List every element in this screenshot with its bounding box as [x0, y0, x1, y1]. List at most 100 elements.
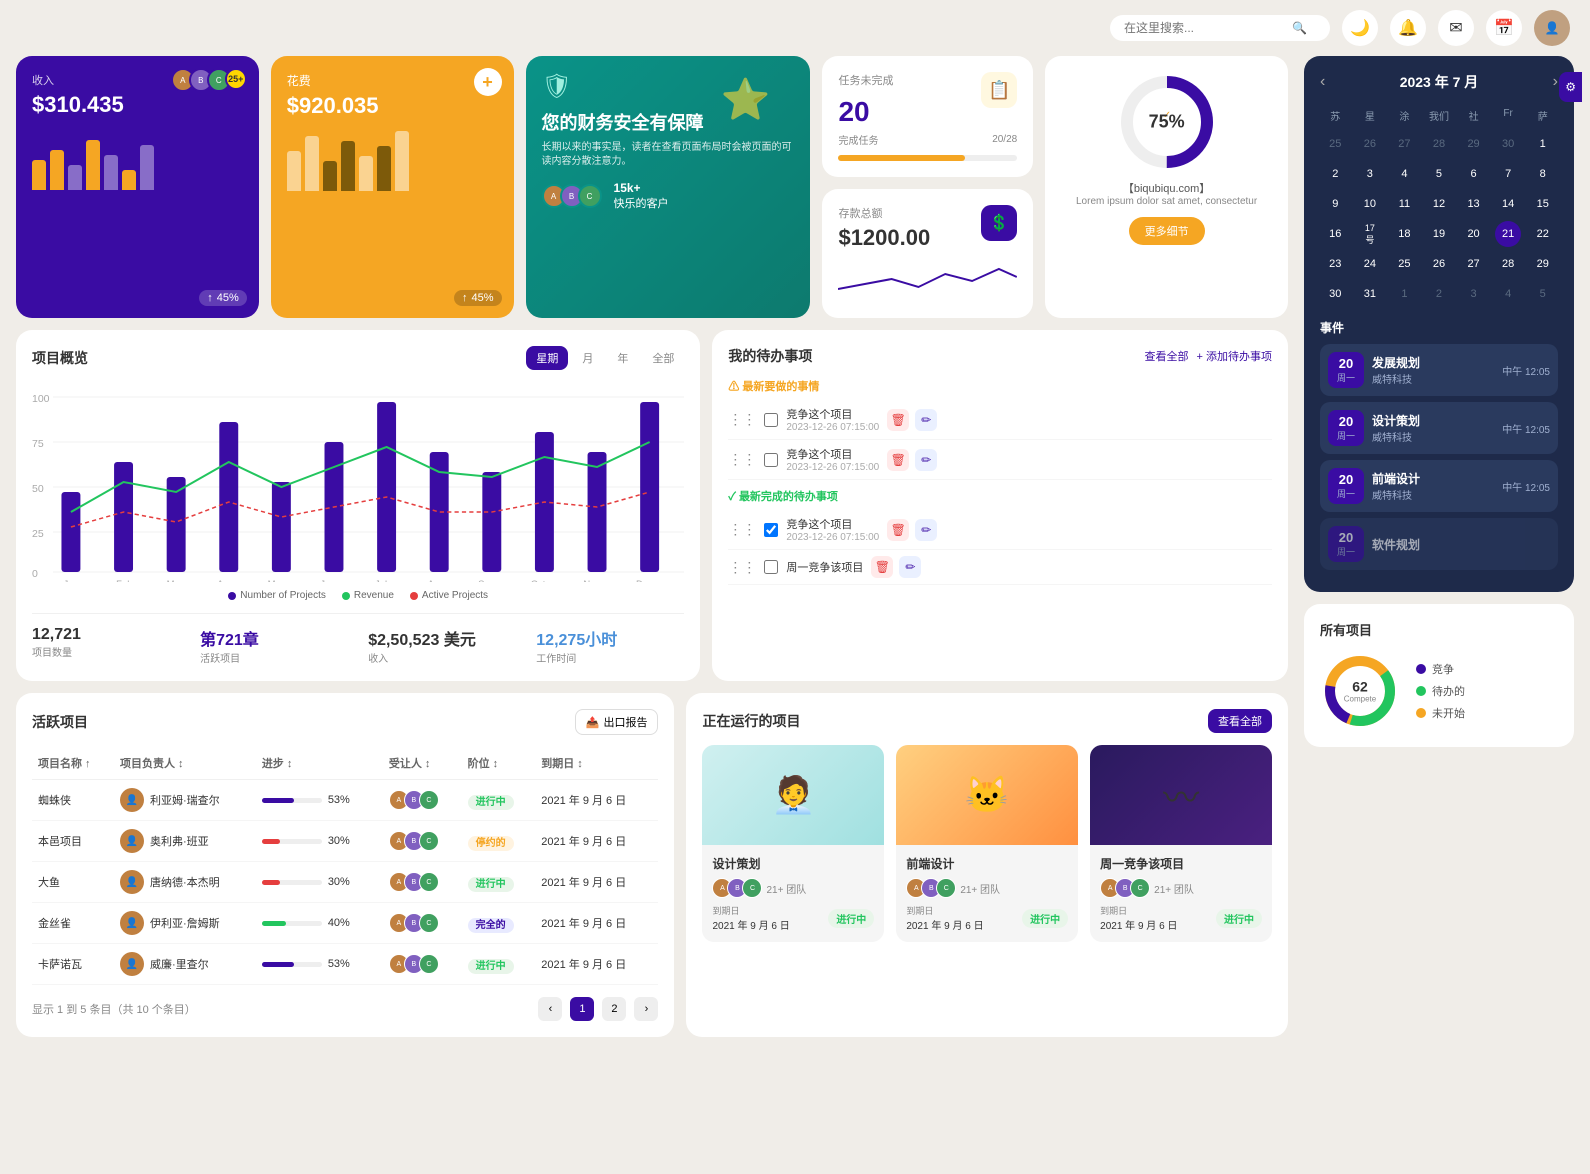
todo-view-all[interactable]: 查看全部 [1145, 348, 1189, 364]
cal-event-1[interactable]: 20 周一 发展规划 威特科技 中午 12:05 [1320, 344, 1558, 396]
cal-day[interactable]: 29 [1530, 251, 1556, 277]
cal-day[interactable]: 4 [1391, 161, 1417, 187]
cal-day[interactable]: 28 [1495, 251, 1521, 277]
cal-day[interactable]: 29 [1461, 131, 1487, 157]
project-card[interactable]: 🐱 前端设计 A B C 21+ 团队 到期日 2021 年 9 月 6 日 进… [896, 745, 1078, 942]
cal-prev[interactable]: ‹ [1320, 73, 1325, 91]
cal-day[interactable]: 3 [1461, 281, 1487, 307]
cal-day-today[interactable]: 21 [1495, 221, 1521, 247]
cal-day[interactable]: 5 [1530, 281, 1556, 307]
cal-day[interactable]: 11 [1391, 191, 1417, 217]
cal-event-3[interactable]: 20 周一 前端设计 威特科技 中午 12:05 [1320, 460, 1558, 512]
todo-checkbox-2[interactable] [764, 453, 778, 467]
search-box[interactable]: 🔍 [1110, 15, 1330, 41]
export-button[interactable]: 📤 出口报告 [575, 709, 659, 735]
cal-day[interactable]: 16 [1322, 221, 1348, 247]
donut-chart: ✓ 75% [1117, 72, 1217, 172]
stat-hours: 12,275小时 工作时间 [536, 626, 684, 665]
view-all-button[interactable]: 查看全部 [1208, 709, 1272, 733]
cal-day[interactable]: 28 [1426, 131, 1452, 157]
cal-day[interactable]: 27 [1461, 251, 1487, 277]
tab-all[interactable]: 全部 [642, 346, 684, 370]
todo-edit-1[interactable]: ✏ [915, 409, 937, 431]
cal-event-date-2: 20 周一 [1328, 410, 1364, 446]
cal-day[interactable]: 15 [1530, 191, 1556, 217]
customers-label: 快乐的客户 [614, 198, 669, 210]
cal-day[interactable]: 5 [1426, 161, 1452, 187]
cal-day[interactable]: 31 [1357, 281, 1383, 307]
tab-month[interactable]: 月 [572, 346, 603, 370]
project-card[interactable]: 〰 周一竞争该项目 A B C 21+ 团队 到期日 2021 年 9 月 6 … [1090, 745, 1272, 942]
cal-day[interactable]: 25 [1391, 251, 1417, 277]
page-2[interactable]: 2 [602, 997, 626, 1021]
cal-day[interactable]: 19 [1426, 221, 1452, 247]
stat-active-value: 第721章 [200, 626, 348, 650]
cal-day[interactable]: 8 [1530, 161, 1556, 187]
todo-add[interactable]: + 添加待办事项 [1197, 348, 1272, 364]
topbar: 🔍 🌙 🔔 ✉ 📅 👤 [0, 0, 1590, 56]
next-page[interactable]: › [634, 997, 658, 1021]
todo-checkbox-extra-1[interactable] [764, 560, 778, 574]
cal-day[interactable]: 9 [1322, 191, 1348, 217]
cal-day[interactable]: 3 [1357, 161, 1383, 187]
todo-edit-d1[interactable]: ✏ [915, 519, 937, 541]
cal-day[interactable]: 30 [1322, 281, 1348, 307]
moon-button[interactable]: 🌙 [1342, 10, 1378, 46]
cal-day[interactable]: 2 [1322, 161, 1348, 187]
cal-day[interactable]: 14 [1495, 191, 1521, 217]
all-proj-center-label: Compete [1344, 695, 1376, 704]
cal-day[interactable]: 2 [1426, 281, 1452, 307]
cal-event-2[interactable]: 20 周一 设计策划 威特科技 中午 12:05 [1320, 402, 1558, 454]
moon-icon: 🌙 [1350, 18, 1370, 38]
cal-day[interactable]: 6 [1461, 161, 1487, 187]
cal-day[interactable]: 13 [1461, 191, 1487, 217]
cal-day[interactable]: 10 [1357, 191, 1383, 217]
bell-button[interactable]: 🔔 [1390, 10, 1426, 46]
cal-day[interactable]: 4 [1495, 281, 1521, 307]
cal-next[interactable]: › [1553, 73, 1558, 91]
cal-day[interactable]: 1 [1391, 281, 1417, 307]
todo-delete-d1[interactable]: 🗑 [887, 519, 909, 541]
cal-day[interactable]: 17号 [1357, 221, 1383, 247]
cal-day[interactable]: 12 [1426, 191, 1452, 217]
todo-edit-2[interactable]: ✏ [915, 449, 937, 471]
cal-day[interactable]: 26 [1426, 251, 1452, 277]
cal-day[interactable]: 7 [1495, 161, 1521, 187]
todo-edit-e1[interactable]: ✏ [899, 556, 921, 578]
cal-day[interactable]: 27 [1391, 131, 1417, 157]
page-1[interactable]: 1 [570, 997, 594, 1021]
prev-page[interactable]: ‹ [538, 997, 562, 1021]
cal-event-4[interactable]: 20 周一 软件规划 [1320, 518, 1558, 570]
cal-day[interactable]: 23 [1322, 251, 1348, 277]
mail-button[interactable]: ✉ [1438, 10, 1474, 46]
cal-day[interactable]: 1 [1530, 131, 1556, 157]
middle-row: 项目概览 星期 月 年 全部 100 75 50 [16, 330, 1288, 681]
tab-year[interactable]: 年 [607, 346, 638, 370]
todo-delete-2[interactable]: 🗑 [887, 449, 909, 471]
table-row: 卡萨诺瓦 👤 威廉·里查尔 53% A B C 进行中 2021 年 9 月 6… [32, 944, 658, 985]
tab-week[interactable]: 星期 [526, 346, 568, 370]
cal-event-date-3: 20 周一 [1328, 468, 1364, 504]
cal-day[interactable]: 20 [1461, 221, 1487, 247]
cal-day[interactable]: 24 [1357, 251, 1383, 277]
todo-links[interactable]: 查看全部 + 添加待办事项 [1145, 348, 1272, 364]
cal-day[interactable]: 18 [1391, 221, 1417, 247]
cell-due: 2021 年 9 月 6 日 [535, 944, 658, 985]
search-input[interactable] [1124, 21, 1284, 35]
calendar-button[interactable]: 📅 [1486, 10, 1522, 46]
cal-day[interactable]: 22 [1530, 221, 1556, 247]
calendar-settings[interactable]: ⚙ [1559, 72, 1582, 102]
project-card[interactable]: 🧑‍💼 设计策划 A B C 21+ 团队 到期日 2021 年 9 月 6 日… [702, 745, 884, 942]
cal-day[interactable]: 30 [1495, 131, 1521, 157]
todo-delete-1[interactable]: 🗑 [887, 409, 909, 431]
avatar[interactable]: 👤 [1534, 10, 1570, 46]
cal-day[interactable]: 25 [1322, 131, 1348, 157]
cell-status: 进行中 [462, 780, 536, 821]
todo-checkbox-1[interactable] [764, 413, 778, 427]
todo-checkbox-done-1[interactable] [764, 523, 778, 537]
more-details-button[interactable]: 更多细节 [1129, 217, 1205, 245]
todo-delete-e1[interactable]: 🗑 [871, 556, 893, 578]
cal-event-time-3: 中午 12:05 [1502, 479, 1550, 494]
cal-day[interactable]: 26 [1357, 131, 1383, 157]
expense-add-button[interactable]: + [474, 68, 502, 96]
